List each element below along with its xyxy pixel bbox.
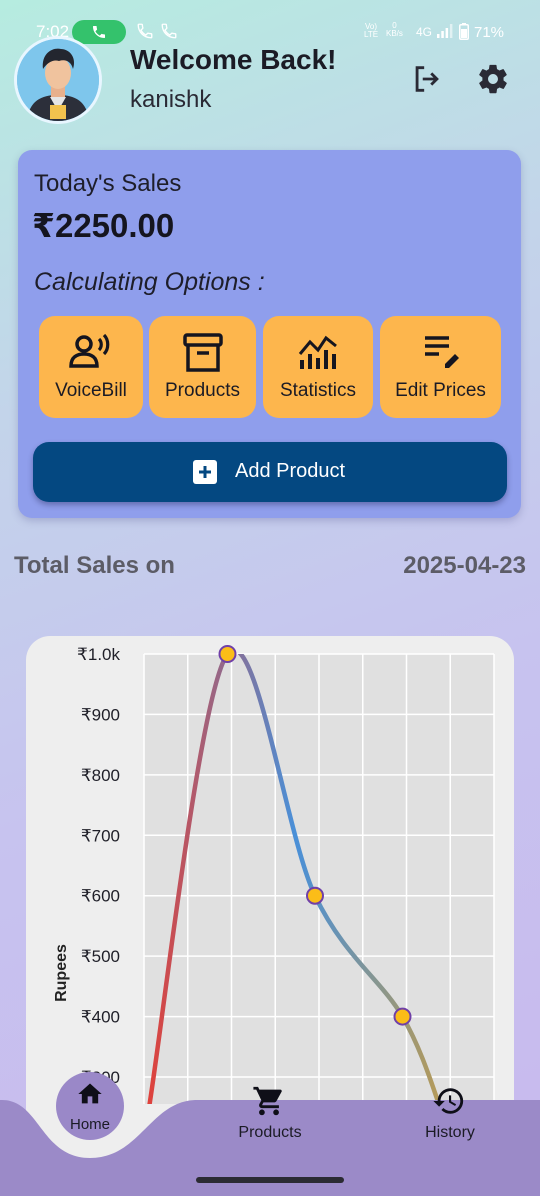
speed-indicator: 0 KB/s <box>386 22 403 38</box>
products-label: Products <box>165 380 240 401</box>
y-tick-label: ₹900 <box>81 705 120 724</box>
y-tick-label: ₹1.0k <box>77 645 120 664</box>
edit-list-icon <box>424 336 459 368</box>
y-axis-ticks: ₹1.0k₹900₹800₹700₹600₹500₹400₹300 <box>77 645 120 1087</box>
gesture-handle <box>196 1177 344 1183</box>
wifi-call-icon <box>137 23 153 39</box>
y-tick-label: ₹700 <box>81 826 120 845</box>
nav-products-label: Products <box>238 1124 302 1141</box>
gear-icon <box>479 64 507 94</box>
sales-title: Today's Sales <box>34 170 182 197</box>
y-tick-label: ₹500 <box>81 947 120 966</box>
battery-icon <box>459 23 469 40</box>
nav-home-label: Home <box>69 1116 110 1133</box>
voicebill-label: VoiceBill <box>55 380 127 401</box>
total-sales-date[interactable]: 2025-04-23 <box>403 552 526 580</box>
add-product-label: Add Product <box>235 460 346 482</box>
nav-history[interactable]: History <box>410 1082 490 1146</box>
statistics-button[interactable]: Statistics <box>263 316 373 418</box>
voice-icon <box>69 333 110 368</box>
todays-sales-card: Today's Sales ₹2250.00 Calculating Optio… <box>18 150 521 518</box>
cart-icon <box>253 1086 282 1116</box>
call-icon <box>161 23 177 39</box>
edit-prices-label: Edit Prices <box>395 380 486 401</box>
data-point[interactable] <box>393 1007 412 1026</box>
nav-history-label: History <box>425 1124 475 1141</box>
welcome-heading: Welcome Back! <box>130 44 337 75</box>
total-sales-label: Total Sales on <box>14 552 175 579</box>
avatar-illustration <box>17 39 99 121</box>
speed-unit: KB/s <box>386 29 403 38</box>
voicebill-button[interactable]: VoiceBill <box>39 316 143 418</box>
signal-type: 4G <box>416 25 433 39</box>
logout-icon <box>415 66 439 92</box>
edit-prices-button[interactable]: Edit Prices <box>380 316 501 418</box>
signal-icon <box>437 24 453 38</box>
y-axis-label: Rupees <box>53 944 70 1002</box>
battery-percent: 71% <box>474 24 505 41</box>
history-icon <box>433 1088 464 1114</box>
volte-indicator: Vo) LTE <box>364 23 378 39</box>
home-icon <box>78 1083 102 1104</box>
y-tick-label: ₹400 <box>81 1008 120 1027</box>
add-product-button[interactable]: Add Product <box>33 442 507 502</box>
username: kanishk <box>130 86 212 113</box>
phone-icon <box>93 26 105 38</box>
plus-icon <box>199 466 211 478</box>
call-indicator[interactable] <box>72 20 126 44</box>
data-point[interactable] <box>218 645 237 663</box>
nav-products[interactable]: Products <box>230 1082 310 1146</box>
y-tick-label: ₹800 <box>81 766 120 785</box>
calculating-options-label: Calculating Options : <box>34 268 265 296</box>
products-button[interactable]: Products <box>149 316 256 418</box>
statistics-label: Statistics <box>279 380 357 401</box>
chart-icon <box>298 335 337 369</box>
y-tick-label: ₹600 <box>81 887 120 906</box>
archive-box-icon <box>182 333 223 372</box>
settings-button[interactable] <box>476 62 510 96</box>
volte-bottom: LTE <box>364 30 379 39</box>
avatar[interactable] <box>14 36 102 124</box>
add-box-icon <box>193 460 217 484</box>
data-point[interactable] <box>306 886 324 905</box>
sales-amount: ₹2250.00 <box>32 207 175 244</box>
logout-button[interactable] <box>410 62 444 96</box>
nav-home[interactable]: Home <box>56 1072 124 1140</box>
